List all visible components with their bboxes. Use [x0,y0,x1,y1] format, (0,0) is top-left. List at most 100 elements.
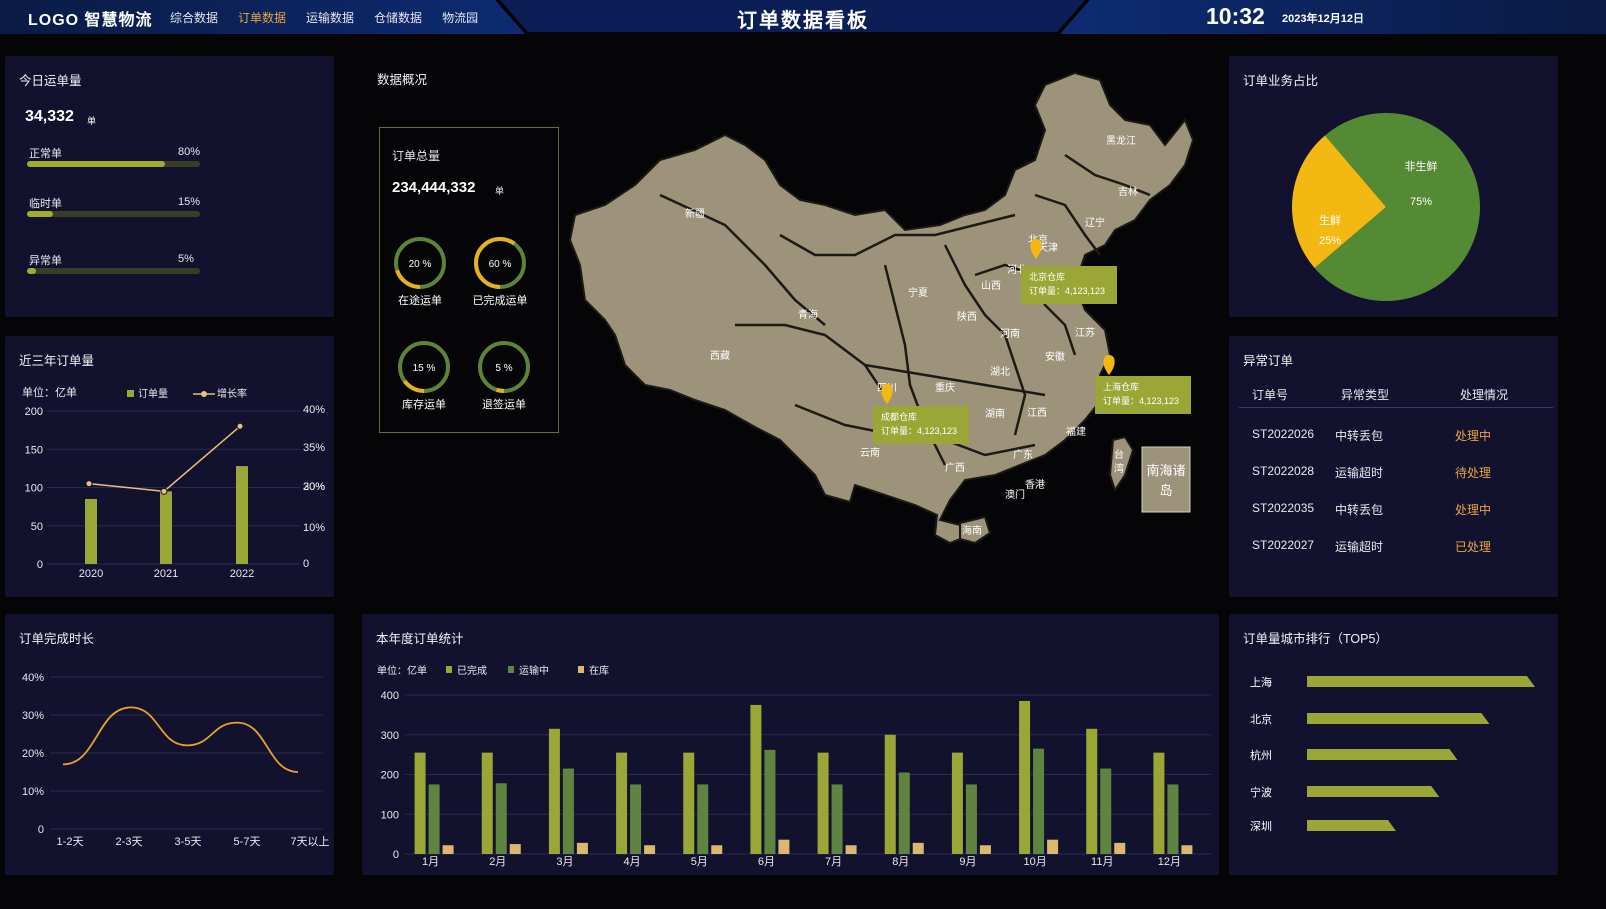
bar [979,845,991,854]
province-label: 福建 [1066,425,1086,438]
province-label: 海南 [962,524,982,537]
bar [509,844,521,854]
table-divider [1239,407,1553,408]
bar [1086,728,1098,854]
ring-percent: 15 % [413,363,436,374]
x-tick: 4月 [624,856,641,868]
warehouse-marker[interactable]: 上海仓库订单量：4,123,123 [1095,355,1191,414]
ring-label: 在途运单 [398,293,442,307]
bar [1019,700,1031,854]
nav-item-order[interactable]: 订单数据 [238,9,286,26]
order-id: ST2022035 [1252,501,1315,515]
bar [85,498,97,564]
progress-fill [27,161,166,167]
legend-swatch-bar [127,390,134,397]
y-tick-left: 200 [25,406,43,418]
warehouse-name: 北京仓库 [1029,271,1065,282]
legend-label-line: 增长率 [217,387,247,400]
panel-biz-ratio: 订单业务占比 非生鲜 75% 生鲜 25% [1229,56,1558,317]
province-label: 台 [1114,448,1124,461]
legend-swatch [578,666,584,673]
today-unit: 单 [87,116,97,126]
province-label: 湖南 [985,407,1005,420]
panel-title: 今日运单量 [19,74,82,88]
ring-label: 库存运单 [402,397,446,411]
three-year-chart: 订单量 增长率20015010050040%35%20%10%030%2020 20… [25,387,326,580]
y-tick-right: 10% [303,522,325,534]
x-tick: 10月 [1023,856,1046,868]
x-tick: 2020 [79,568,103,580]
progress-track [27,268,200,274]
logo: LOGO 智慧物流 [28,12,153,29]
nav-item-storage[interactable]: 仓储数据 [374,9,422,26]
x-tick: 2-3天 [116,836,143,848]
status-badge: 已处理 [1455,540,1492,554]
ring-label: 已完成运单 [473,293,528,307]
nav-item-transport[interactable]: 运输数据 [306,9,354,26]
bar [630,784,642,854]
ring-percent: 60 % [489,259,512,270]
bar [1181,845,1193,854]
x-tick: 12月 [1158,856,1181,868]
y-tick: 0 [393,849,399,861]
province-label: 广西 [945,462,965,474]
clock-time: 10:32 [1206,3,1265,29]
panel-title: 异常订单 [1243,354,1294,368]
bar [442,845,454,854]
annual-bar-chart: 单位：亿单 已完成 运输中 在库 400 300 200 100 0 1月 2月 3月 4月 5月 6月 7月… [377,664,1211,868]
bar [160,491,172,564]
y-tick: 100 [381,809,399,821]
nav-item-park[interactable]: 物流园 [442,9,478,26]
province-label: 陕西 [957,310,977,323]
bar [711,845,723,854]
bar [1153,752,1165,854]
south-sea-label: 南海诸 [1146,463,1185,478]
x-tick: 3月 [556,856,573,868]
y-tick: 20% [22,748,44,760]
order-id: ST2022028 [1252,464,1315,478]
city-ranking-chart: 上海北京杭州宁波深圳 [1250,675,1535,833]
y-tick: 10% [22,786,44,798]
x-tick: 1-2天 [57,836,84,848]
growth-point [85,480,93,488]
order-id: ST2022027 [1252,538,1315,552]
city-bar [1307,713,1490,724]
abnormal-type: 运输超时 [1335,540,1384,554]
top-bar: LOGO 智慧物流 综合数据 订单数据 运输数据 仓储数据 物流园 订单数据看板… [0,0,1606,34]
bar [644,845,656,854]
bar [616,752,628,854]
panel-today-orders: 今日运单量 34,332 单 正常单 80% 临时单 15% 异常单 5% [5,56,334,317]
ring-percent: 20 % [409,259,432,270]
location-pin-icon [1103,355,1115,375]
bar [683,752,695,854]
abnormal-type: 中转丢包 [1335,429,1384,443]
x-tick: 1月 [422,856,439,868]
warehouse-value: 订单量：4,123,123 [881,425,957,436]
city-name: 杭州 [1250,748,1272,762]
nav-item-overview[interactable]: 综合数据 [170,9,218,26]
bar [884,734,896,854]
y-tick-right: 40% [303,404,325,416]
warehouse-name: 上海仓库 [1103,381,1139,392]
bar [236,466,248,564]
bar [764,749,776,854]
overview-box: 订单总量 234,444,332 单 20 % 在途运单 60 % 已完成运单 15 %… [379,127,559,433]
city-bar [1307,749,1458,760]
y-tick-left: 50 [31,521,43,533]
row-label: 临时单 [29,198,62,210]
overview-title: 数据概况 [377,73,428,87]
status-badge: 待处理 [1455,466,1492,480]
main-nav: 综合数据 订单数据 运输数据 仓储数据 物流园 [170,9,498,26]
biz-pie-chart: 非生鲜 75% 生鲜 25% [1292,113,1480,301]
city-bar [1307,676,1535,687]
bar [1033,748,1045,854]
bar [845,845,857,854]
south-sea-box [1141,446,1191,513]
bar [750,704,762,854]
abnormal-type: 中转丢包 [1335,503,1384,517]
province-label: 广东 [1013,448,1033,461]
x-tick: 7天以上 [290,835,329,848]
warehouse-value: 订单量：4,123,123 [1103,395,1179,406]
south-sea-label: 岛 [1159,483,1172,498]
bar [778,839,790,854]
